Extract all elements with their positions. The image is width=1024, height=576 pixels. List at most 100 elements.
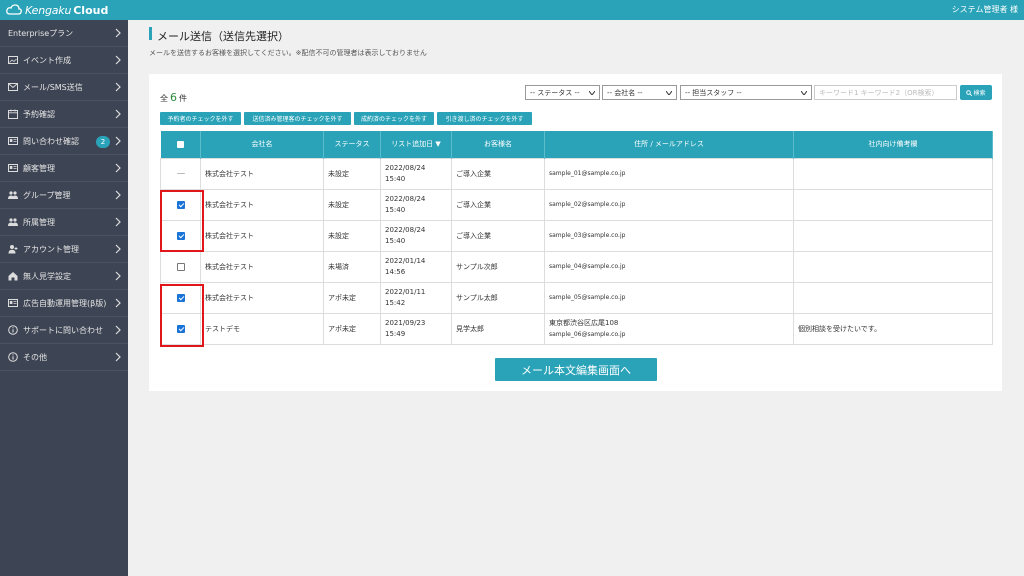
row-checkbox[interactable] [176,262,185,271]
note-cell: 個別相談を受けたいです。 [793,312,993,345]
col-header-customer[interactable]: お客様名 [451,131,545,158]
sidebar-item[interactable]: その他 [0,344,128,371]
chevron-right-icon [115,271,121,281]
company-cell: 株式会社テスト [200,281,324,314]
date-cell: 2022/08/24 15:40 [380,219,452,252]
company-cell: テストデモ [200,312,324,345]
sidebar-item[interactable]: グループ管理 [0,182,128,209]
staff-select-value: -- 担当スタッフ -- [685,88,742,97]
company-select[interactable]: -- 会社名 -- [602,85,677,100]
customer-cell[interactable]: サンプル太郎 [451,281,545,314]
date-cell: 2021/09/23 15:49 [380,312,452,345]
address-cell-content: sample_04@sample.co.jp [549,261,789,272]
staff-select[interactable]: -- 担当スタッフ -- [680,85,812,100]
image-icon [8,55,18,65]
table-row[interactable]: 株式会社テスト 未設定 2022/08/24 15:40 ご導入企業 sample_01@… [160,157,993,190]
user-menu[interactable]: システム管理者 様 [952,4,1018,15]
date-text: 2022/01/11 [385,287,426,296]
company-cell: 株式会社テスト [200,157,324,190]
col-header-company[interactable]: 会社名 [200,131,324,158]
customer-cell[interactable]: ご導入企業 [451,219,545,252]
result-count: 全6件 [160,91,187,104]
address-text: 東京都渋谷区広尾108 [549,318,619,327]
date-cell: 2022/01/11 15:42 [380,281,452,314]
time-text: 15:42 [385,298,406,307]
col-header-note[interactable]: 社内向け備考欄 [793,131,993,158]
page-subtitle: メールを送信するお客様を選択してください。※配信不可の管理者は表示しておりません [149,49,427,57]
users-icon [8,217,18,227]
chevron-down-icon [801,90,807,95]
sidebar-item[interactable]: 所属管理 [0,209,128,236]
count-prefix: 全 [160,94,168,103]
address-cell: sample_01@sample.co.jp [544,157,794,190]
address-cell: sample_05@sample.co.jp [544,281,794,314]
customer-cell[interactable]: サンプル次郎 [451,250,545,283]
date-text: 2022/01/14 [385,256,426,265]
sidebar-item[interactable]: アカウント管理 [0,236,128,263]
sidebar-item[interactable]: イベント作成 [0,47,128,74]
col-header-date[interactable]: リスト追加日 ▼ [380,131,452,158]
date-cell: 2022/08/24 15:40 [380,157,452,190]
chevron-right-icon [115,109,121,119]
user-icon [8,244,18,254]
uncheck-reserved-button[interactable]: 予約者のチェックを外す [160,112,241,125]
count-suffix: 件 [179,94,187,103]
date-text: 2022/08/24 [385,194,426,203]
chevron-down-icon [589,90,595,95]
home-icon [8,271,18,281]
select-all-checkbox[interactable] [176,140,184,148]
col-header-address[interactable]: 住所 / メールアドレス [544,131,794,158]
row-select-cell[interactable] [160,250,201,283]
sidebar-item[interactable]: 顧客管理 [0,155,128,182]
customer-cell[interactable]: 見学太郎 [451,312,545,345]
sidebar-item[interactable]: メール/SMS送信 [0,74,128,101]
sidebar-item[interactable]: Enterpriseプラン [0,20,128,47]
customer-cell[interactable]: ご導入企業 [451,188,545,221]
sidebar-item[interactable]: 広告自動運用管理(β版) [0,290,128,317]
table-row[interactable]: 株式会社テスト 未設定 2022/08/24 15:40 ご導入企業 sample_03@… [160,219,993,252]
uncheck-contracted-button[interactable]: 成約済のチェックを外す [354,112,434,125]
sidebar-item-label: 所属管理 [23,217,55,227]
mail-icon [8,82,18,92]
uncheck-delivered-button[interactable]: 引き渡し済のチェックを外す [437,112,532,125]
sidebar-item-label: イベント作成 [23,55,71,65]
table-row[interactable]: 株式会社テスト 未設定 2022/08/24 15:40 ご導入企業 sample_02@… [160,188,993,221]
date-cell: 2022/01/14 14:56 [380,250,452,283]
sidebar-item[interactable]: 問い合わせ確認 2 [0,128,128,155]
table-row[interactable]: テストデモ アポ未定 2021/09/23 15:49 見学太郎 東京都渋谷区広尾108 s… [160,312,993,345]
sidebar-item[interactable]: 無人見学設定 [0,263,128,290]
customer-cell[interactable]: ご導入企業 [451,157,545,190]
card-icon [8,298,18,308]
address-cell-content: sample_01@sample.co.jp [549,168,789,179]
status-select[interactable]: -- ステータス -- [525,85,600,100]
page-title: メール送信（送信先選択） [157,30,289,43]
highlight-box [160,284,204,347]
mail-body-edit-button[interactable]: メール本文編集画面へ [495,358,657,381]
address-cell-content: sample_03@sample.co.jp [549,230,789,241]
chevron-right-icon [115,244,121,254]
sidebar-item-label: Enterpriseプラン [8,28,74,38]
chevron-right-icon [115,82,121,92]
search-button[interactable]: 検索 [960,85,992,100]
email-text: sample_02@sample.co.jp [549,201,626,208]
chevron-right-icon [115,298,121,308]
col-header-status[interactable]: ステータス [323,131,381,158]
table-row[interactable]: 株式会社テスト アポ未定 2022/01/11 15:42 サンプル太郎 sample_0… [160,281,993,314]
select-all-header[interactable] [160,131,201,158]
note-cell [793,250,993,283]
date-text: 2022/08/24 [385,225,426,234]
status-cell: 未設定 [323,188,381,221]
keyword-input[interactable]: キーワード1 キーワード2（OR検索） [814,85,957,100]
sidebar-item[interactable]: 予約確認 [0,101,128,128]
table-header-row: 会社名 ステータス リスト追加日 ▼ お客様名 住所 / メールアドレス 社内向… [160,131,993,158]
uncheck-sent-button[interactable]: 送信済み管理客のチェックを外す [244,112,351,125]
time-text: 15:40 [385,174,406,183]
app-logo[interactable]: Kengaku Cloud [6,2,108,18]
info-icon [8,325,18,335]
status-cell: アポ未定 [323,312,381,345]
sidebar-item[interactable]: サポートに問い合わせ [0,317,128,344]
chevron-right-icon [115,55,121,65]
table-row[interactable]: 株式会社テスト 未場済 2022/01/14 14:56 サンプル次郎 sample_04… [160,250,993,283]
address-cell-content: sample_02@sample.co.jp [549,199,789,210]
company-select-value: -- 会社名 -- [607,88,643,97]
